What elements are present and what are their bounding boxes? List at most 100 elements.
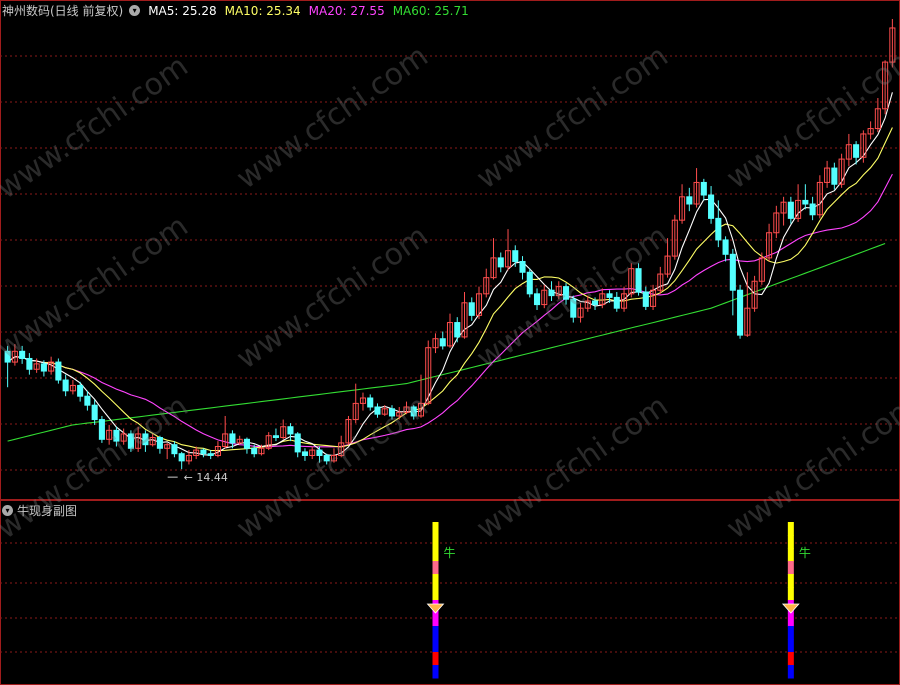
candle xyxy=(650,284,657,310)
candle-body xyxy=(287,426,294,435)
candle-body xyxy=(127,433,134,449)
candle xyxy=(715,200,722,248)
signal-subchart[interactable]: 牛牛 xyxy=(0,500,900,685)
candle xyxy=(548,281,555,301)
candle-body xyxy=(178,453,185,462)
signal-segment xyxy=(787,535,794,549)
candle xyxy=(468,297,475,321)
candle xyxy=(403,401,410,415)
ma10-line xyxy=(7,127,893,452)
candle-body xyxy=(592,300,599,306)
chevron-down-icon[interactable]: ▾ xyxy=(129,5,141,16)
candle-body xyxy=(700,181,707,196)
candle xyxy=(831,162,838,190)
ma5-label: MA5: 25.28 xyxy=(148,3,217,18)
signal-segment xyxy=(432,522,439,536)
candle-body xyxy=(737,289,744,336)
candle-body xyxy=(91,404,98,421)
candle-body xyxy=(207,453,214,456)
candle-body xyxy=(142,433,149,446)
candle-body xyxy=(113,429,120,442)
candle xyxy=(635,263,642,296)
candle-body xyxy=(715,217,722,241)
candle xyxy=(867,121,874,140)
candle-body xyxy=(251,447,258,455)
candle-body xyxy=(439,338,446,347)
signal-segment xyxy=(432,548,439,562)
ma-legend: 神州数码(日线 前复权) ▾ MA5: 25.28 MA10: 25.34 MA… xyxy=(2,2,469,19)
candle xyxy=(642,286,649,310)
candle xyxy=(664,238,671,278)
candle xyxy=(838,153,845,188)
ma60-label: MA60: 25.71 xyxy=(392,3,469,18)
candle xyxy=(26,353,33,375)
candle xyxy=(729,248,736,316)
signal-segment xyxy=(787,652,794,666)
candle-body xyxy=(570,298,577,318)
candle-body xyxy=(606,293,613,298)
candle-body xyxy=(468,302,475,316)
candle xyxy=(497,252,504,273)
candle xyxy=(671,214,678,260)
candle xyxy=(541,284,548,309)
candle xyxy=(367,394,374,411)
candle xyxy=(98,415,105,443)
candle xyxy=(374,403,381,418)
signal-segment xyxy=(787,561,794,575)
chevron-down-icon[interactable]: ▾ xyxy=(2,505,13,516)
candle xyxy=(686,187,693,212)
candle-body xyxy=(294,433,301,453)
candle xyxy=(396,406,403,420)
candle-body xyxy=(562,286,570,300)
candle-body xyxy=(77,384,84,397)
candle xyxy=(824,160,831,188)
candle-body xyxy=(708,194,715,219)
signal-segment xyxy=(432,535,439,549)
candle-body xyxy=(55,361,62,381)
signal-segment xyxy=(787,626,794,640)
candle-body xyxy=(374,406,381,415)
candle xyxy=(490,238,497,280)
signal-diamond-icon xyxy=(781,603,800,614)
candle-body xyxy=(454,322,461,338)
candle xyxy=(737,284,744,339)
candle xyxy=(280,419,287,440)
candle xyxy=(570,295,577,323)
candle xyxy=(454,317,461,343)
candle xyxy=(693,168,700,208)
candle xyxy=(657,266,664,294)
candle-body xyxy=(729,253,736,291)
candle xyxy=(533,288,541,310)
candle xyxy=(439,331,446,350)
candle-body xyxy=(722,239,729,255)
candle xyxy=(294,432,301,458)
candle-body xyxy=(4,350,11,363)
signal-bar: 牛 xyxy=(426,522,456,679)
candle xyxy=(432,333,439,354)
ma20-label: MA20: 27.55 xyxy=(308,3,385,18)
sub-title: 牛现身副图 xyxy=(17,504,78,518)
candle xyxy=(19,345,26,364)
candle-body xyxy=(388,408,396,417)
candle xyxy=(526,268,533,298)
signal-segment xyxy=(787,548,794,562)
signal-segment xyxy=(432,613,439,627)
candle xyxy=(113,426,120,447)
candlestick-chart[interactable]: ← 14.44 xyxy=(0,0,900,500)
candle xyxy=(446,313,454,348)
candle xyxy=(236,435,243,445)
candle xyxy=(816,175,823,219)
signal-segment xyxy=(432,587,439,601)
candle xyxy=(272,428,279,442)
candle xyxy=(359,392,367,411)
candle xyxy=(222,415,229,449)
candle xyxy=(425,340,432,406)
ma20-line xyxy=(7,173,893,448)
signal-segment xyxy=(787,665,794,679)
candle-body xyxy=(831,167,838,185)
candle-body xyxy=(533,293,541,306)
candle-body xyxy=(635,268,642,293)
candle-body xyxy=(62,379,69,392)
candle xyxy=(164,442,171,460)
candle xyxy=(555,281,562,300)
